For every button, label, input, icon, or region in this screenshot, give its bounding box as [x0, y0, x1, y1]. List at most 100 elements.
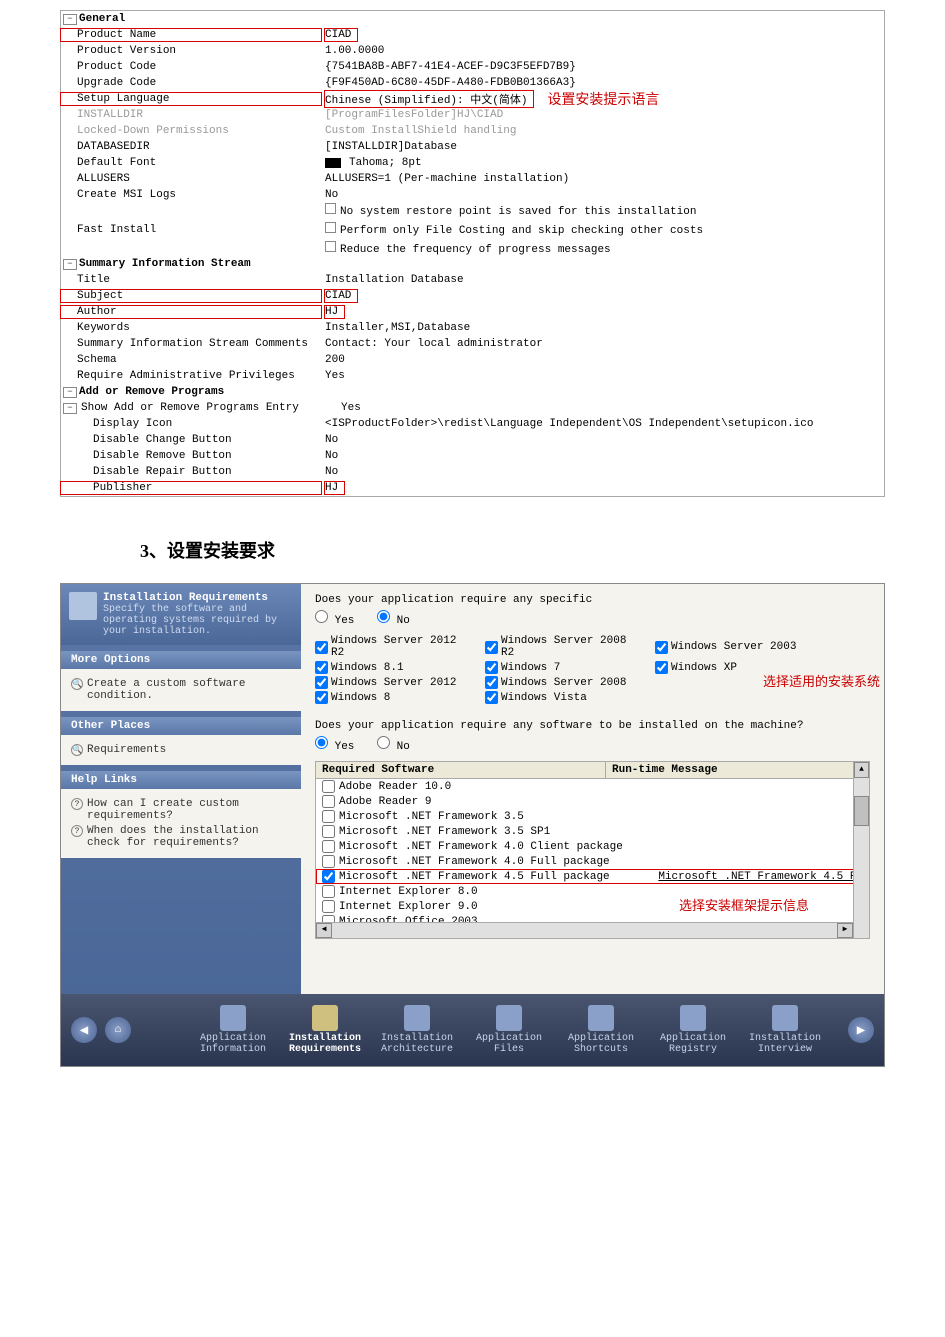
os-checkbox[interactable]: Windows Server 2012	[315, 676, 475, 689]
radio-no[interactable]: No	[377, 615, 410, 627]
software-row[interactable]: Adobe Reader 10.0	[316, 779, 869, 794]
collapse-icon[interactable]: −	[63, 14, 77, 25]
prop-value[interactable]: No	[321, 189, 884, 201]
prop-value[interactable]: {7541BA8B-ABF7-41E4-ACEF-D9C3F5EFD7B9}	[321, 61, 884, 73]
doc-heading: 3、设置安装要求	[140, 537, 945, 563]
nav-step-icon	[772, 1005, 798, 1031]
prop-value[interactable]: HJ	[321, 306, 884, 318]
prop-value[interactable]: No	[321, 450, 884, 462]
prop-value[interactable]: 200	[321, 354, 884, 366]
requirements-link[interactable]: 🔍 Requirements	[71, 744, 291, 756]
nav-step[interactable]: InstallationInterview	[741, 1005, 829, 1055]
subsection-show-addremove[interactable]: − Show Add or Remove Programs Entry Yes	[61, 400, 884, 416]
prop-value[interactable]: [INSTALLDIR]Database	[321, 141, 884, 153]
prop-value[interactable]: Contact: Your local administrator	[321, 338, 884, 350]
prop-value[interactable]: Custom InstallShield handling	[321, 125, 884, 137]
scroll-right-icon[interactable]: ▶	[837, 923, 853, 938]
scroll-thumb[interactable]	[854, 796, 869, 826]
collapse-icon[interactable]: −	[63, 403, 77, 414]
prop-value[interactable]: {F9F450AD-6C80-45DF-A480-FDB0B01366A3}	[321, 77, 884, 89]
os-checkbox[interactable]: Windows Server 2008	[485, 676, 645, 689]
radio-yes[interactable]: Yes	[315, 615, 354, 627]
collapse-icon[interactable]: −	[63, 259, 77, 270]
prop-value[interactable]: Tahoma; 8pt	[321, 157, 884, 169]
software-checkbox[interactable]	[322, 795, 335, 808]
runtime-message[interactable]: Microsoft .NET Framework 4.5 Fu	[658, 871, 863, 883]
prop-value[interactable]: 1.00.0000	[321, 45, 884, 57]
scroll-left-icon[interactable]: ◀	[316, 923, 332, 938]
nav-step[interactable]: ApplicationRegistry	[649, 1005, 737, 1055]
checkbox-icon[interactable]	[325, 222, 336, 233]
vertical-scrollbar[interactable]: ▲	[853, 762, 869, 938]
col-runtime-message[interactable]: Run-time Message	[606, 762, 869, 778]
os-checkbox[interactable]: Windows Server 2012 R2	[315, 635, 475, 659]
checkbox-icon[interactable]	[325, 241, 336, 252]
nav-step[interactable]: ApplicationShortcuts	[557, 1005, 645, 1055]
checkbox-icon[interactable]	[325, 203, 336, 214]
software-row[interactable]: Microsoft .NET Framework 3.5	[316, 809, 869, 824]
os-checkbox[interactable]: Windows 8.1	[315, 661, 475, 674]
help-icon: ?	[71, 825, 83, 837]
section-summary[interactable]: − Summary Information Stream	[61, 256, 884, 272]
software-row[interactable]: Adobe Reader 9	[316, 794, 869, 809]
nav-step[interactable]: ApplicationInformation	[189, 1005, 277, 1055]
prop-value[interactable]: ALLUSERS=1 (Per-machine installation)	[321, 173, 884, 185]
prop-label: Disable Repair Button	[61, 466, 321, 478]
section-general[interactable]: − General	[61, 11, 884, 27]
nav-back-button[interactable]: ◀	[71, 1017, 97, 1043]
prop-value[interactable]: Chinese (Simplified): 中文(简体)设置安装提示语言	[321, 89, 884, 109]
prop-value[interactable]: CIAD	[321, 29, 884, 41]
prop-row: Locked-Down PermissionsCustom InstallShi…	[61, 123, 884, 139]
prop-row: Setup LanguageChinese (Simplified): 中文(简…	[61, 91, 884, 107]
nav-home-button[interactable]: ⌂	[105, 1017, 131, 1043]
help-link-1[interactable]: ? How can I create custom requirements?	[71, 798, 291, 822]
col-required-software[interactable]: Required Software	[316, 762, 606, 778]
prop-value[interactable]: No	[321, 466, 884, 478]
os-checkbox[interactable]: Windows Server 2008 R2	[485, 635, 645, 659]
os-checkbox[interactable]: Windows 8	[315, 691, 475, 704]
help-link-2[interactable]: ? When does the installation check for r…	[71, 825, 291, 849]
os-checkbox[interactable]: Windows 7	[485, 661, 645, 674]
radio-yes[interactable]: Yes	[315, 741, 354, 753]
software-row[interactable]: Microsoft .NET Framework 4.5 Full packag…	[316, 869, 869, 884]
nav-next-button[interactable]: ▶	[848, 1017, 874, 1043]
horizontal-scrollbar[interactable]: ◀ ▶	[316, 922, 853, 938]
software-list: Required Software Run-time Message Adobe…	[315, 761, 870, 939]
prop-value[interactable]: HJ	[321, 482, 884, 494]
software-checkbox[interactable]	[322, 810, 335, 823]
collapse-icon[interactable]: −	[63, 387, 77, 398]
custom-condition-link[interactable]: 🔍 Create a custom software condition.	[71, 678, 291, 702]
nav-step[interactable]: InstallationRequirements	[281, 1005, 369, 1055]
prop-value[interactable]: No system restore point is saved for thi…	[321, 203, 884, 256]
prop-value[interactable]: Yes	[321, 370, 884, 382]
software-checkbox[interactable]	[322, 780, 335, 793]
prop-value[interactable]: <ISProductFolder>\redist\Language Indepe…	[321, 418, 884, 430]
scroll-up-icon[interactable]: ▲	[854, 762, 869, 778]
sidebar-subtitle: Specify the software and operating syste…	[103, 604, 293, 637]
software-checkbox[interactable]	[322, 825, 335, 838]
radio-no[interactable]: No	[377, 741, 410, 753]
software-checkbox[interactable]	[322, 900, 335, 913]
annotation-software: 选择安装框架提示信息	[679, 895, 809, 914]
software-checkbox[interactable]	[322, 870, 335, 883]
software-checkbox[interactable]	[322, 840, 335, 853]
software-row[interactable]: Microsoft .NET Framework 3.5 SP1	[316, 824, 869, 839]
software-checkbox[interactable]	[322, 885, 335, 898]
prop-label: Product Code	[61, 61, 321, 73]
prop-value[interactable]: No	[321, 434, 884, 446]
section-addremove[interactable]: − Add or Remove Programs	[61, 384, 884, 400]
main-pane: Does your application require any specif…	[301, 584, 884, 994]
prop-value[interactable]: Installer,MSI,Database	[321, 322, 884, 334]
prop-value[interactable]: [ProgramFilesFolder]HJ\CIAD	[321, 109, 884, 121]
nav-step[interactable]: ApplicationFiles	[465, 1005, 553, 1055]
prop-value[interactable]: Yes	[337, 402, 884, 414]
prop-value[interactable]: CIAD	[321, 290, 884, 302]
os-checkbox[interactable]: Windows Vista	[485, 691, 645, 704]
software-checkbox[interactable]	[322, 855, 335, 868]
os-checkbox[interactable]: Windows Server 2003	[655, 635, 815, 659]
section-title: Summary Information Stream	[79, 258, 251, 270]
software-row[interactable]: Microsoft .NET Framework 4.0 Full packag…	[316, 854, 869, 869]
software-row[interactable]: Microsoft .NET Framework 4.0 Client pack…	[316, 839, 869, 854]
nav-step[interactable]: InstallationArchitecture	[373, 1005, 461, 1055]
prop-value[interactable]: Installation Database	[321, 274, 884, 286]
